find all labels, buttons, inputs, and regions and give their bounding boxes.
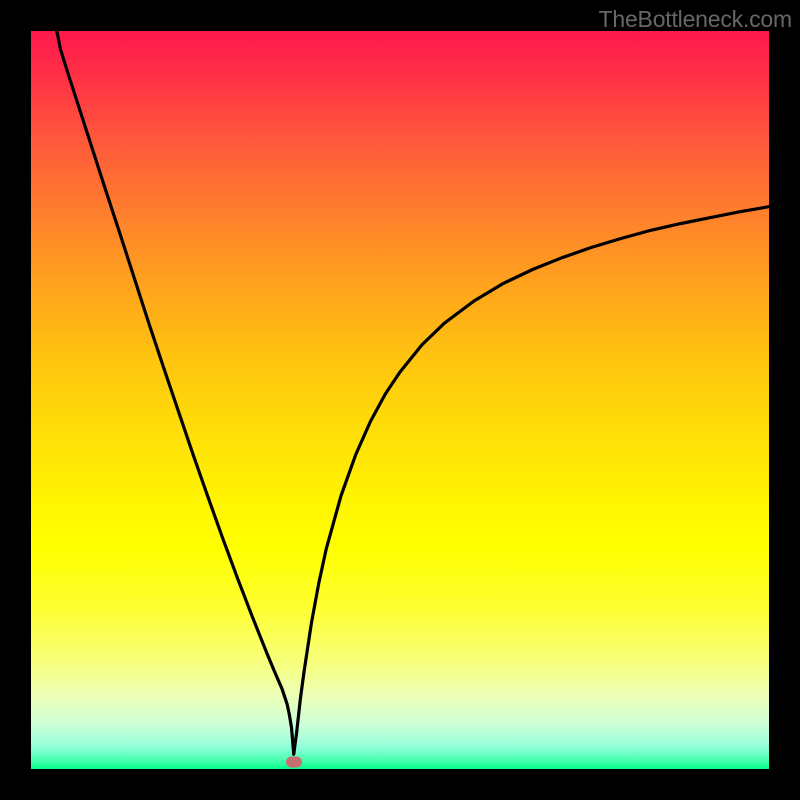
- optimal-marker: [286, 756, 302, 767]
- watermark-text: TheBottleneck.com: [599, 6, 792, 33]
- chart-plot-area: [31, 31, 769, 769]
- bottleneck-curve: [31, 31, 769, 769]
